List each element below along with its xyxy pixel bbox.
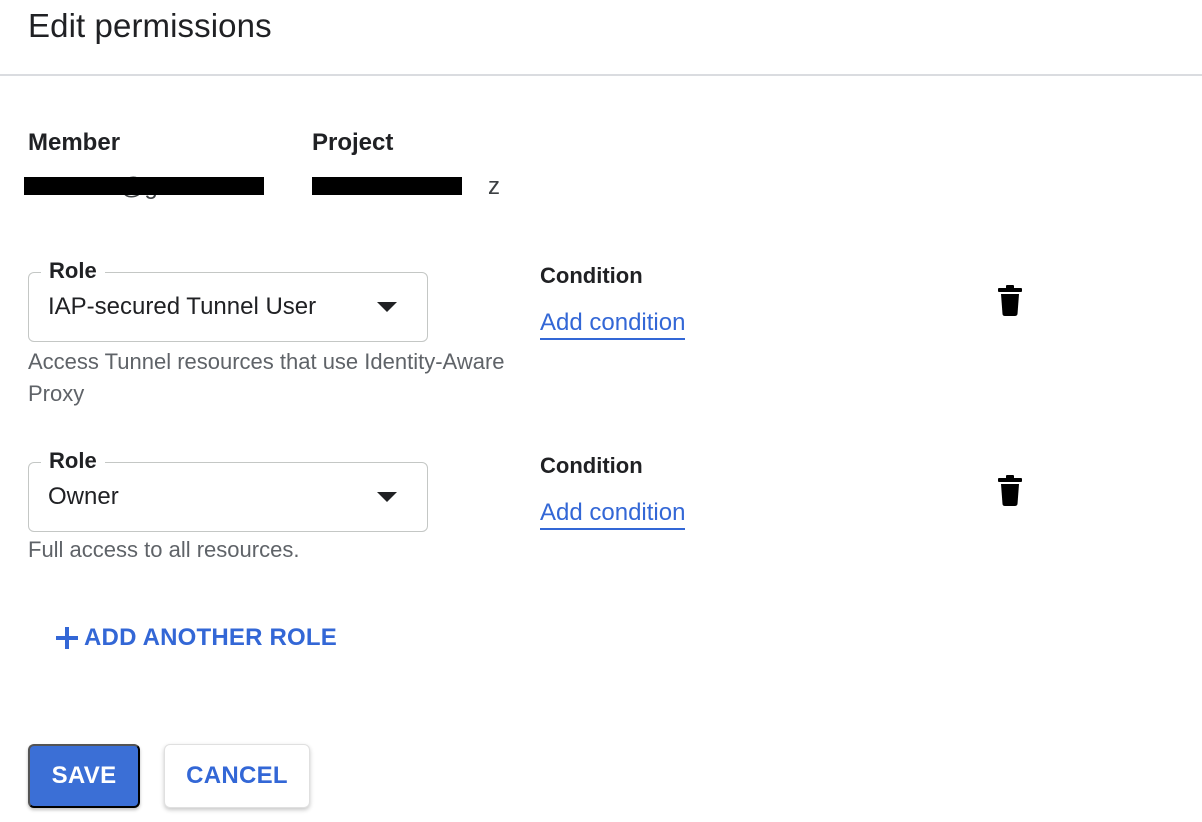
trash-icon <box>998 285 1022 316</box>
delete-role-button-1[interactable] <box>996 284 1028 318</box>
condition-label-1: Condition <box>540 263 643 288</box>
project-value-text: z <box>488 173 500 200</box>
project-value: z <box>312 174 502 200</box>
save-button[interactable]: SAVE <box>28 744 140 808</box>
add-condition-link-1[interactable]: Add condition <box>540 308 686 340</box>
role-select-label: Role <box>41 446 105 476</box>
condition-label-2: Condition <box>540 453 643 478</box>
role-select-1[interactable]: Role IAP-secured Tunnel User <box>28 256 428 342</box>
title-divider <box>0 74 1202 76</box>
role-select-value: IAP-secured Tunnel User <box>48 293 317 320</box>
delete-role-button-2[interactable] <box>996 474 1028 508</box>
member-redaction <box>24 177 264 195</box>
role-select-label: Role <box>41 256 105 286</box>
role-description-1: Access Tunnel resources that use Identit… <box>28 349 505 406</box>
cancel-button[interactable]: CANCEL <box>164 744 310 808</box>
page-title: Edit permissions <box>28 7 272 44</box>
add-condition-link-2[interactable]: Add condition <box>540 498 686 530</box>
role-select-value: Owner <box>48 483 119 510</box>
add-another-role-label: ADD ANOTHER ROLE <box>84 624 337 651</box>
project-info: Project z <box>312 128 502 200</box>
dropdown-arrow-icon <box>377 492 397 502</box>
member-info: Member @g <box>24 128 268 200</box>
member-value: @g <box>24 174 268 200</box>
plus-icon <box>56 627 78 649</box>
project-label: Project <box>312 129 394 156</box>
dropdown-arrow-icon <box>377 302 397 312</box>
project-redaction <box>312 177 462 195</box>
trash-icon <box>998 475 1022 506</box>
role-description-2: Full access to all resources. <box>28 537 300 562</box>
role-select-2[interactable]: Role Owner <box>28 446 428 532</box>
member-label: Member <box>28 129 121 156</box>
add-another-role-button[interactable]: ADD ANOTHER ROLE <box>54 620 337 656</box>
